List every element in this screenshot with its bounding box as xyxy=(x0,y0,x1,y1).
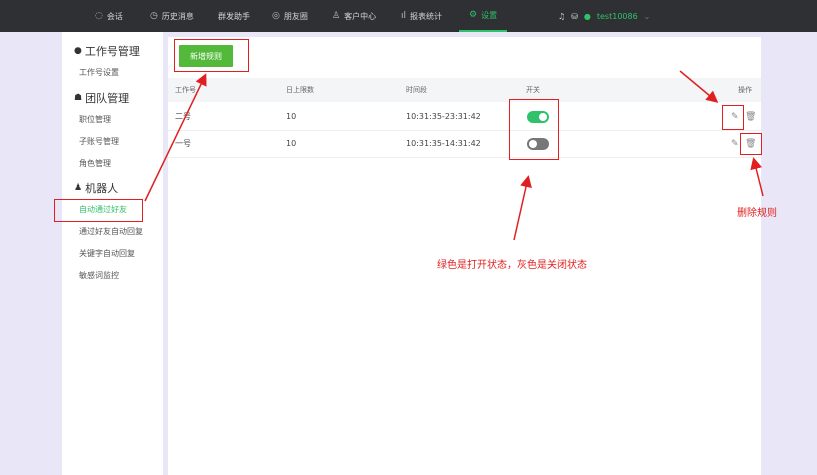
arrow-to-switch xyxy=(513,175,532,241)
annotation-delete-rule: 删除规则 xyxy=(737,208,777,219)
arrow-to-new-rule xyxy=(144,73,207,202)
arrow-to-edit xyxy=(679,70,719,103)
annotation-switch-explain: 绿色是打开状态，灰色是关闭状态 xyxy=(437,260,587,271)
annotation-arrows xyxy=(144,70,764,241)
arrow-to-delete xyxy=(750,157,764,197)
